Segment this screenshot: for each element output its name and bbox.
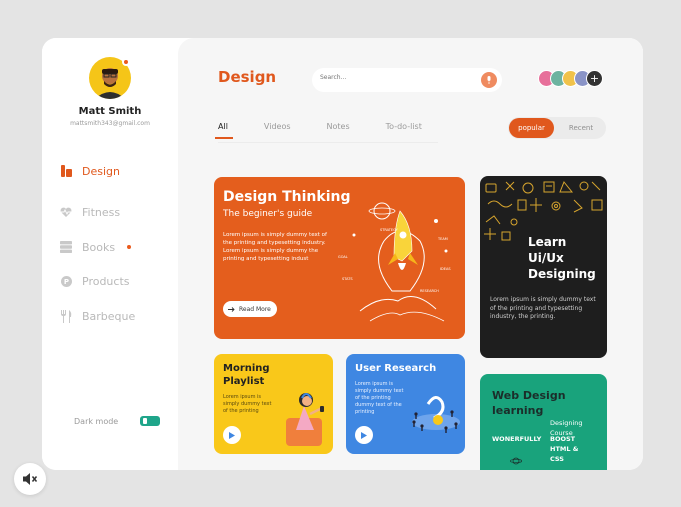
tab-notes[interactable]: Notes <box>327 122 350 131</box>
sort-toggle: popular Recent <box>508 117 606 139</box>
play-button[interactable] <box>355 426 373 444</box>
mute-button[interactable] <box>14 463 46 495</box>
tab-videos[interactable]: Videos <box>264 122 291 131</box>
sidebar-item-barbeque[interactable]: Barbeque <box>60 302 135 330</box>
play-button[interactable] <box>223 426 241 444</box>
sort-recent-button[interactable]: Recent <box>558 118 604 138</box>
search-input[interactable] <box>320 74 480 81</box>
research-label: RESEARCH <box>420 289 439 293</box>
products-icon: P <box>60 275 72 287</box>
user-email: mattsmith343@gmail.com <box>70 120 150 127</box>
team-avatars: + <box>538 70 603 90</box>
card-title-line: learning <box>492 404 544 417</box>
team-label: TEAM <box>438 237 448 241</box>
sort-popular-button[interactable]: popular <box>509 118 554 138</box>
card-body: Lorem ipsum is simply dummy text of the … <box>223 394 272 414</box>
research-illustration <box>412 396 460 433</box>
sidebar-item-label: Products <box>82 274 130 288</box>
speaker-muted-icon <box>23 473 38 485</box>
sidebar-item-books[interactable]: Books <box>60 233 132 261</box>
goal-label: GOAL <box>338 255 348 259</box>
card-title-line: Morning <box>223 363 270 374</box>
card-tag: HTML & <box>550 445 579 453</box>
content-tabs: All Videos Notes To-do-list <box>215 122 458 139</box>
arrow-right-icon <box>228 306 235 312</box>
card-tagline: WONERFULLY <box>492 435 542 443</box>
user-research-card[interactable]: User Research Lorem ipsum is simply dumm… <box>346 354 465 454</box>
mic-button[interactable] <box>481 72 497 88</box>
mic-icon <box>487 76 491 84</box>
design-icon <box>60 165 72 177</box>
dark-mode-toggle[interactable] <box>140 416 161 426</box>
listening-person-illustration <box>286 393 324 446</box>
cutlery-icon <box>60 309 72 323</box>
sidebar-item-products[interactable]: P Products <box>60 267 130 295</box>
tab-divider <box>218 142 438 143</box>
card-title: User Research <box>355 363 437 374</box>
read-more-button[interactable]: Read More <box>223 301 277 317</box>
card-title-line: Learn <box>528 235 567 249</box>
sidebar-item-fitness[interactable]: Fitness <box>60 198 120 226</box>
card-body: Lorem ipsum is simply dummy text of the … <box>355 381 404 415</box>
morning-playlist-card[interactable]: Morning Playlist Lorem ipsum is simply d… <box>214 354 333 454</box>
user-name: Matt Smith <box>78 106 142 117</box>
stats-label: STATS <box>342 277 353 281</box>
dark-mode-setting: Dark mode <box>74 416 161 426</box>
add-member-button[interactable]: + <box>586 70 603 87</box>
sidebar-item-design[interactable]: Design <box>60 157 120 185</box>
search-bar <box>312 68 502 92</box>
web-design-card[interactable]: Web Design learning Designing Course WON… <box>480 374 607 470</box>
sidebar: Matt Smith mattsmith343@gmail.com Design… <box>42 38 178 470</box>
card-tag: BOOST <box>550 435 576 443</box>
planet-icon <box>510 457 522 465</box>
page-title: Design <box>218 68 277 86</box>
play-icon <box>229 431 235 439</box>
play-icon <box>361 431 367 439</box>
card-title-line: Web Design <box>492 389 566 402</box>
sidebar-item-label: Barbeque <box>82 309 136 323</box>
rocket-illustration <box>352 202 448 322</box>
read-more-label: Read More <box>239 305 271 313</box>
card-title-line: Playlist <box>223 376 265 387</box>
sidebar-item-label: Design <box>82 164 120 178</box>
dark-mode-label: Dark mode <box>74 416 119 426</box>
svg-text:P: P <box>63 278 68 286</box>
card-title-line: Designing <box>528 267 596 281</box>
learn-uiux-card[interactable]: Learn Ui/Ux Designing Lorem ipsum is sim… <box>480 176 607 358</box>
ideas-label: IDEAS <box>440 267 451 271</box>
card-tag: CSS <box>550 455 564 463</box>
card-body: Lorem ipsum is simply dummy text of the … <box>490 296 596 320</box>
online-status-dot <box>122 58 130 66</box>
card-title: Design Thinking <box>223 189 351 205</box>
sidebar-item-label: Fitness <box>82 205 121 219</box>
notification-dot <box>127 245 132 249</box>
tab-todo-list[interactable]: To-do-list <box>386 122 422 131</box>
books-icon <box>60 241 72 253</box>
sidebar-item-label: Books <box>82 240 116 254</box>
card-body: Lorem ipsum is simply dummy text of the … <box>223 232 327 262</box>
main-content: Design + All Videos Notes To-do-list pop… <box>178 38 643 470</box>
card-title-line: Ui/Ux <box>528 251 564 265</box>
app-window: Matt Smith mattsmith343@gmail.com Design… <box>42 38 643 470</box>
design-thinking-card[interactable]: Design Thinking The beginer's guide Lore… <box>214 177 465 339</box>
heartbeat-icon <box>60 206 72 218</box>
card-subtitle: The beginer's guide <box>223 209 313 219</box>
strategy-label: STRATEGY <box>380 228 398 232</box>
tab-all[interactable]: All <box>215 122 233 139</box>
